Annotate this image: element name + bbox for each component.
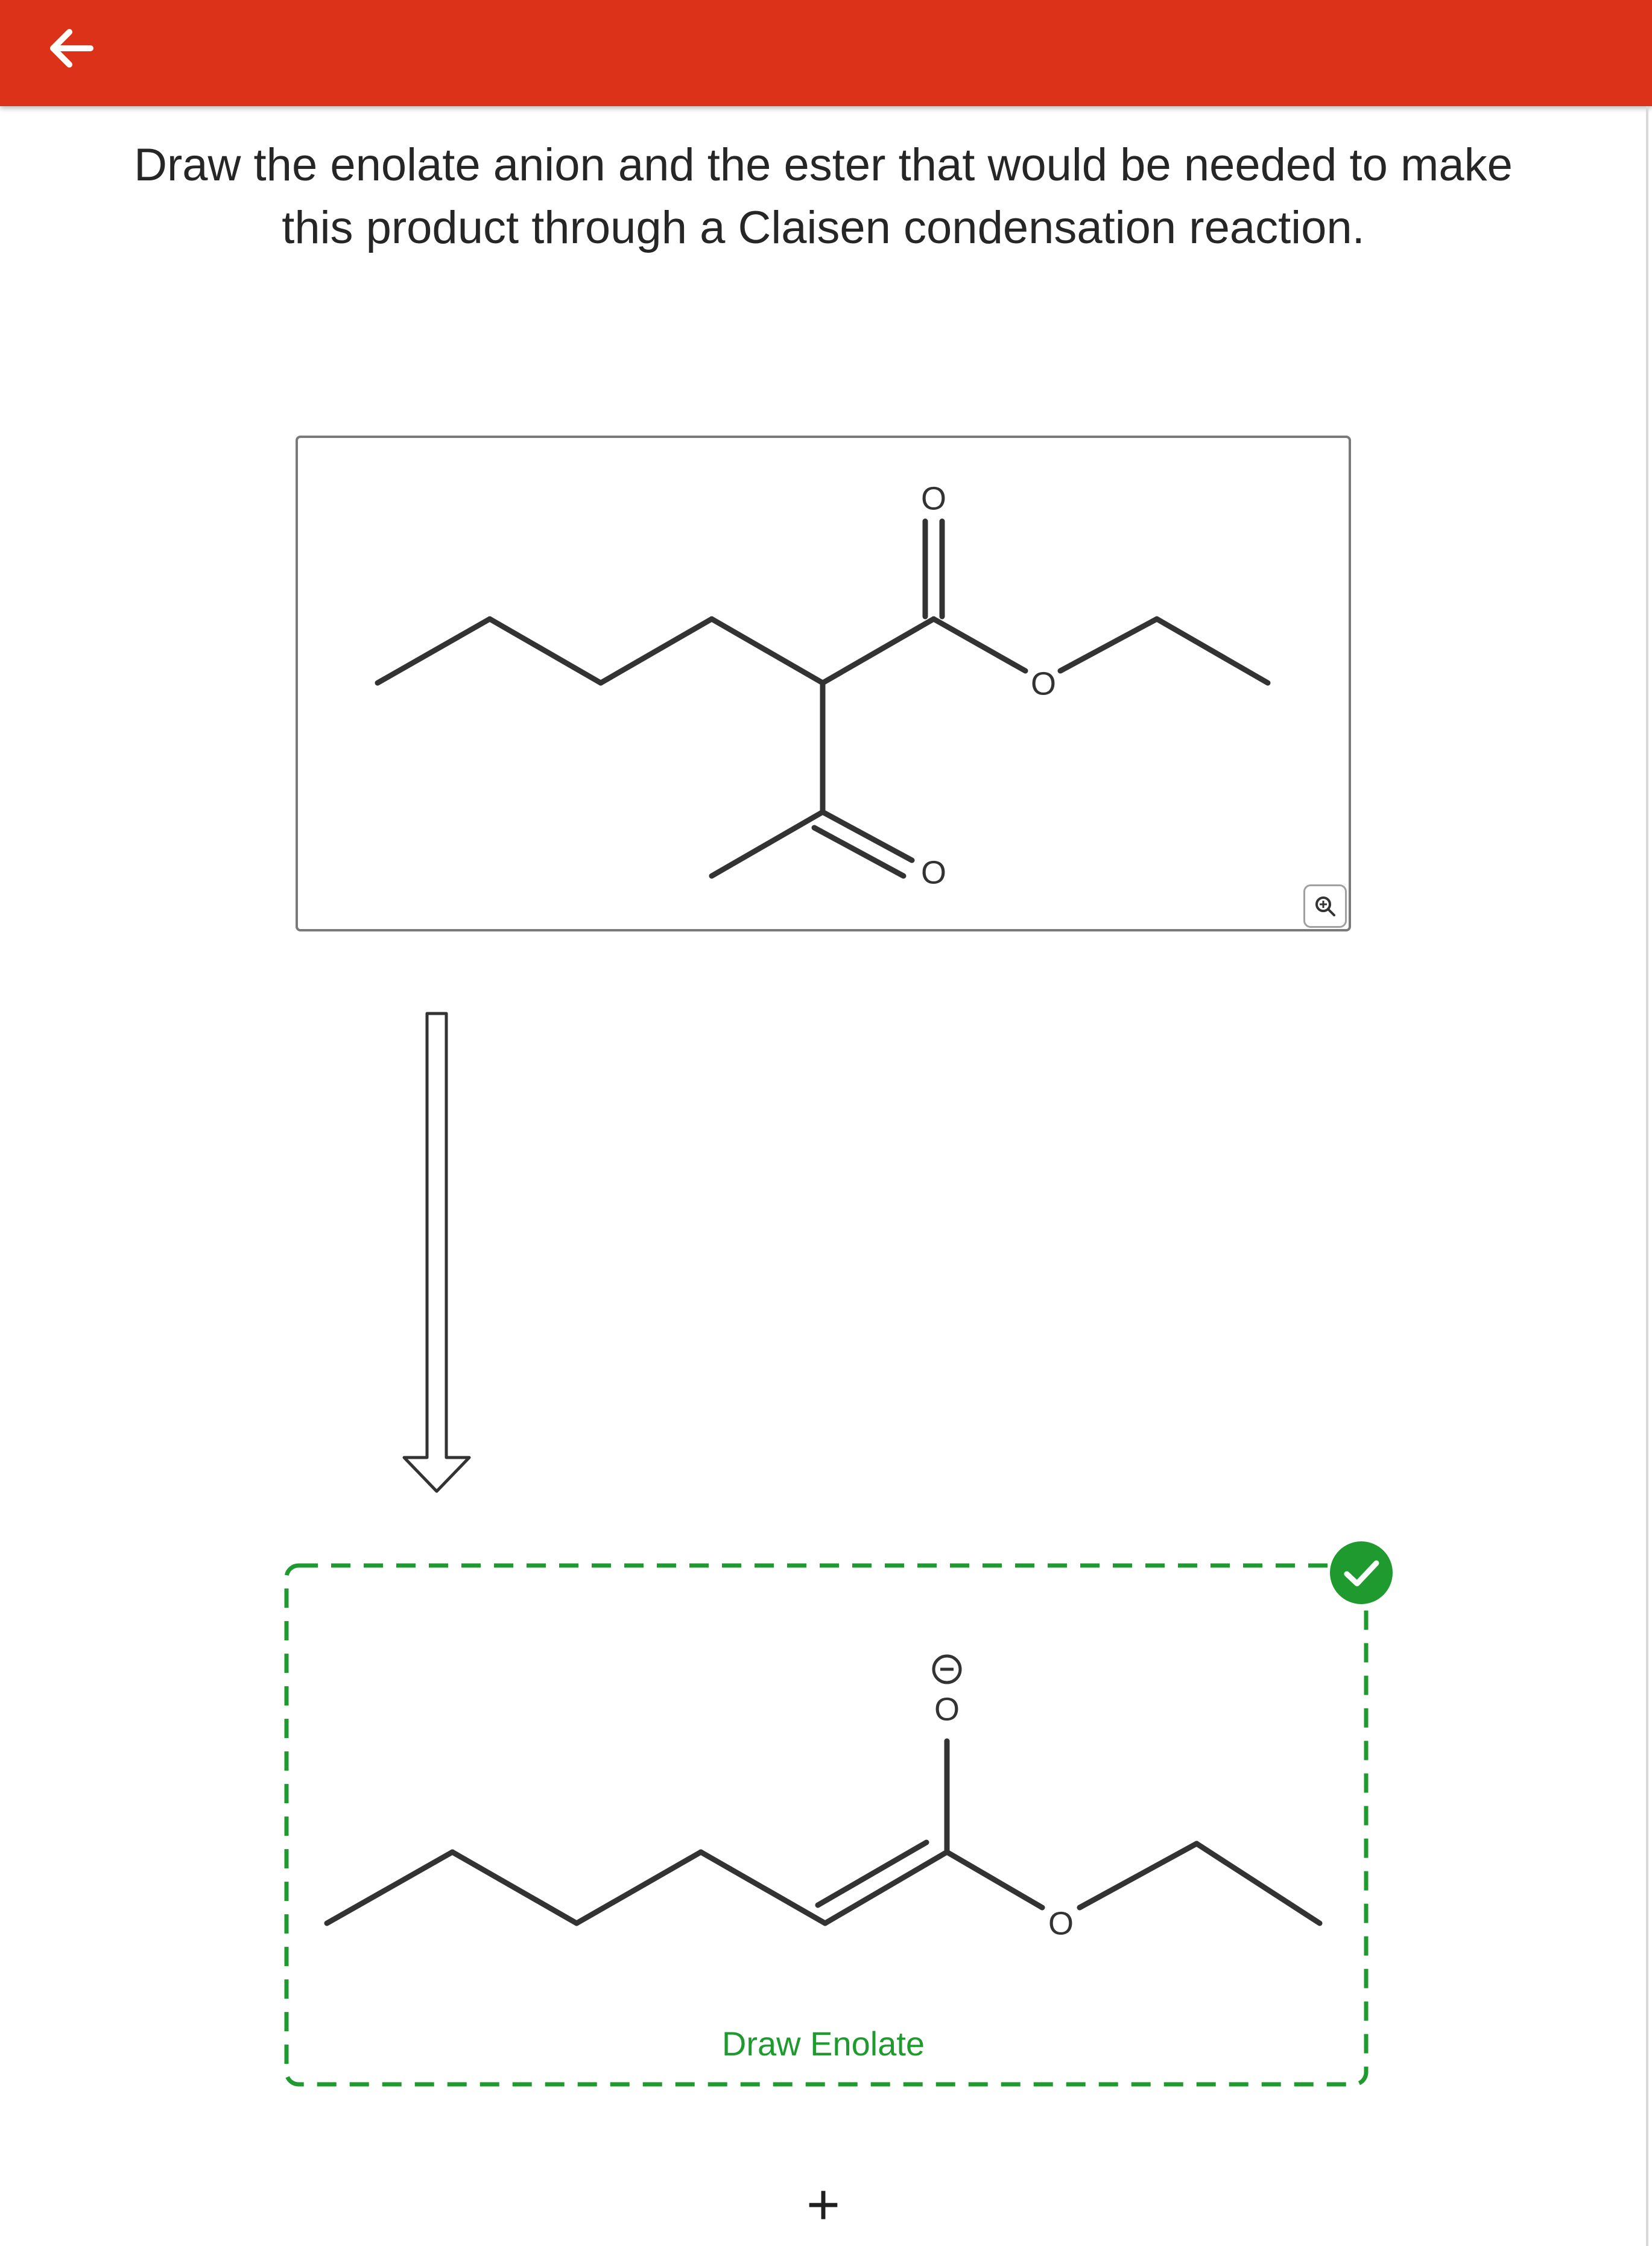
zoom-in-icon [1315, 896, 1335, 916]
answer-status-badge [1330, 1541, 1393, 1604]
question-line-2: this product through a Claisen condensat… [282, 202, 1365, 253]
reaction-arrow [398, 1007, 483, 1505]
bond [574, 1849, 704, 1926]
product-structure-panel: O O O [296, 436, 1351, 934]
bond [324, 1849, 455, 1926]
top-bar [0, 0, 1652, 106]
check-icon [1344, 1560, 1379, 1587]
bond [449, 1849, 580, 1926]
bond [1077, 1841, 1200, 1911]
atom-label: O [934, 1691, 960, 1727]
plus-sign: + [806, 2172, 841, 2237]
bond [944, 1849, 1045, 1911]
question-line-1: Draw the enolate anion and the ester tha… [134, 139, 1513, 191]
page-edge-divider [1646, 106, 1648, 2246]
enolate-answer-box[interactable]: O O [277, 1556, 1375, 2096]
question-text: Draw the enolate anion and the ester tha… [60, 134, 1586, 259]
atom-label: O [921, 480, 946, 516]
atom-label: O [1031, 665, 1056, 702]
negative-charge-icon [932, 1654, 962, 1684]
zoom-button[interactable] [1303, 884, 1347, 928]
draw-enolate-button[interactable]: Draw Enolate [603, 2024, 1043, 2063]
arrow-left-icon [50, 29, 93, 68]
atom-label: O [1048, 1905, 1074, 1941]
atom-label: O [921, 854, 946, 890]
bond [698, 1849, 828, 1926]
bond [1194, 1841, 1323, 1926]
back-button[interactable] [36, 11, 121, 95]
